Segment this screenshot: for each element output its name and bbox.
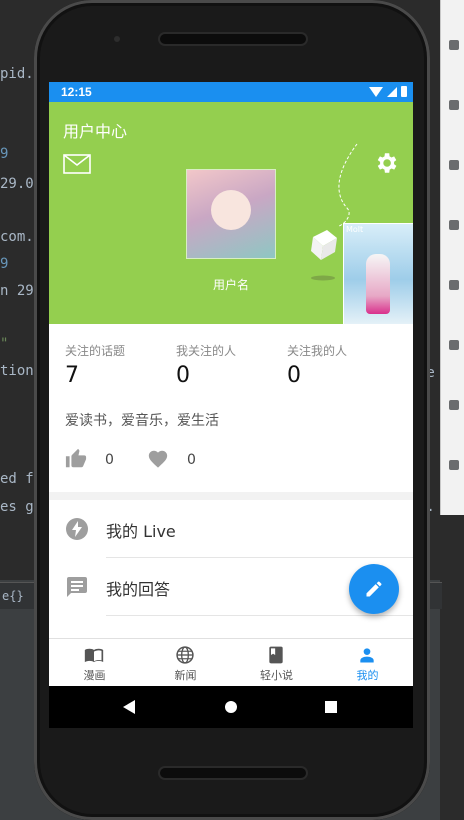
status-time: 12:15 [61,85,92,99]
toolbar-icon[interactable] [449,280,459,290]
divider [106,615,413,616]
menu-item-live[interactable]: 我的 Live [49,500,413,558]
likes-row: 0 0 [65,448,265,470]
edit-fab-button[interactable] [349,564,399,614]
heart-icon[interactable] [147,448,169,470]
thumbs-up-icon[interactable] [65,448,87,470]
back-icon[interactable] [123,700,135,714]
gear-icon[interactable] [373,150,399,176]
profile-header: 用户中心 用户名 Molt [49,102,413,326]
front-camera [114,36,120,42]
answer-icon [67,577,87,597]
top-speaker [160,34,306,44]
mail-icon[interactable] [63,154,91,174]
globe-icon [176,646,194,664]
stat-followers[interactable]: 关注我的人 0 [287,342,397,388]
ide-code-line: com. [0,229,34,245]
stat-following[interactable]: 我关注的人 0 [176,342,286,388]
profile-stats: 关注的话题 7 我关注的人 0 关注我的人 0 爱读书，爱音乐，爱生活 0 0 [49,324,413,492]
ide-code-line: 9 [0,256,9,272]
nav-item-comics[interactable]: 漫画 [49,639,140,687]
phone-screen: 12:15 用户中心 用户名 Molt 关注的话题 7 我关注的人 0 关注我的… [49,82,413,728]
toolbar-icon[interactable] [449,100,459,110]
toolbar-icon[interactable] [449,40,459,50]
menu-label: 我的回答 [106,580,171,599]
nav-label: 我的 [356,669,379,682]
stat-value: 7 [65,363,79,388]
stat-label: 关注的话题 [65,344,126,358]
ide-code-line: " [0,336,9,352]
book-icon [84,648,104,663]
nav-label: 漫画 [83,669,106,682]
wallpaper-thumbnail[interactable]: Molt [343,223,413,326]
nav-label: 新闻 [174,669,197,682]
home-icon[interactable] [225,701,237,713]
nav-item-light-novels[interactable]: 轻小说 [231,639,322,687]
bottom-speaker [160,768,306,778]
page-title: 用户中心 [63,122,128,141]
toolbar-icon[interactable] [449,340,459,350]
nav-item-news[interactable]: 新闻 [140,639,231,687]
stat-label: 我关注的人 [176,344,237,358]
avatar[interactable] [186,169,276,259]
ide-code-line: n 29 [0,283,34,299]
status-bar: 12:15 [49,82,413,102]
wallpaper-label: Molt [346,225,364,234]
nav-label: 轻小说 [260,669,293,682]
stat-label: 关注我的人 [287,344,348,358]
bio-text: 爱读书，爱音乐，爱生活 [65,413,219,429]
nav-item-mine[interactable]: 我的 [322,639,413,687]
wifi-icon [369,86,383,97]
toolbar-icon[interactable] [449,160,459,170]
battery-icon [401,86,407,97]
hearts-count: 0 [187,452,196,468]
stat-value: 0 [287,363,301,388]
stat-followed-topics[interactable]: 关注的话题 7 [65,342,175,388]
stat-value: 0 [176,363,190,388]
recent-apps-icon[interactable] [325,701,337,713]
person-icon [360,648,374,663]
ide-code-line: 9 [0,146,9,162]
android-navigation-bar [49,686,413,728]
thumbs-count: 0 [105,452,114,468]
pencil-icon [366,581,382,597]
toolbar-icon[interactable] [449,460,459,470]
menu-label: 我的 Live [106,522,176,541]
toolbar-icon[interactable] [449,220,459,230]
toolbar-icon[interactable] [449,400,459,410]
signal-icon [387,86,397,97]
wallpaper-figure [366,254,390,314]
bolt-icon [66,518,88,540]
ide-right-toolbar [440,0,464,515]
status-icons [369,86,407,97]
bookmark-icon [269,646,283,664]
bottom-navigation: 漫画 新闻 轻小说 我的 [49,638,413,687]
